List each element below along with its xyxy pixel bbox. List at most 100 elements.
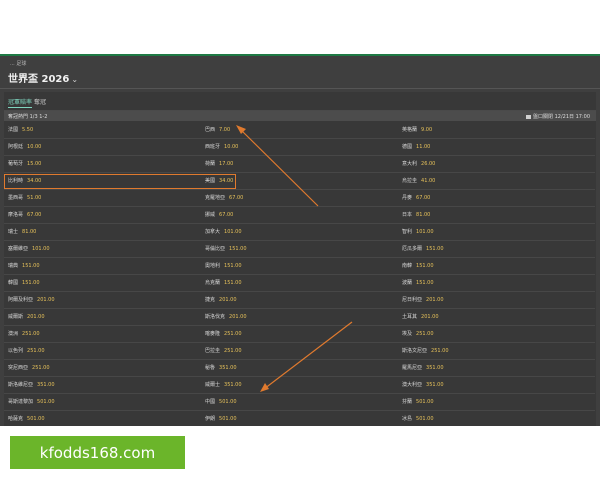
odds-value[interactable]: 34.00: [27, 178, 41, 184]
odds-value[interactable]: 351.00: [224, 382, 242, 388]
odds-cell[interactable]: 阿爾及利亞 201.00: [4, 292, 201, 309]
odds-cell[interactable]: 羅馬尼亞 351.00: [398, 360, 595, 377]
odds-cell[interactable]: 智利 101.00: [398, 224, 595, 241]
odds-value[interactable]: 151.00: [22, 263, 40, 269]
odds-value[interactable]: 151.00: [426, 246, 444, 252]
odds-cell[interactable]: 以色列 251.00: [4, 343, 201, 360]
odds-value[interactable]: 201.00: [426, 297, 444, 303]
odds-cell[interactable]: 斯洛文尼亞 251.00: [398, 343, 595, 360]
odds-cell[interactable]: 威爾斯 201.00: [4, 309, 201, 326]
odds-cell[interactable]: 烏拉圭 41.00: [398, 173, 595, 190]
odds-cell[interactable]: 摩洛哥 67.00: [4, 207, 201, 224]
odds-cell[interactable]: 阿根廷 10.00: [4, 139, 201, 156]
odds-value[interactable]: 67.00: [27, 212, 41, 218]
site-watermark[interactable]: kfodds168.com: [10, 436, 185, 469]
odds-value[interactable]: 151.00: [22, 280, 40, 286]
odds-cell[interactable]: 丹麥 67.00: [398, 190, 595, 207]
odds-value[interactable]: 41.00: [421, 178, 435, 184]
odds-cell[interactable]: 尼日利亞 201.00: [398, 292, 595, 309]
odds-cell[interactable]: 塞爾維亞 101.00: [4, 241, 201, 258]
odds-cell[interactable]: 韓國 151.00: [4, 275, 201, 292]
odds-value[interactable]: 10.00: [224, 144, 238, 150]
odds-value[interactable]: 351.00: [426, 365, 444, 371]
odds-value[interactable]: 201.00: [37, 297, 55, 303]
odds-cell[interactable]: 哥倫比亞 151.00: [201, 241, 398, 258]
odds-cell[interactable]: 秘魯 351.00: [201, 360, 398, 377]
odds-value[interactable]: 351.00: [219, 365, 237, 371]
odds-cell[interactable]: 烏克蘭 151.00: [201, 275, 398, 292]
odds-cell[interactable]: 哥斯達黎加 501.00: [4, 394, 201, 411]
chevron-down-icon[interactable]: ⌄: [71, 75, 78, 84]
odds-value[interactable]: 251.00: [224, 348, 242, 354]
odds-cell[interactable]: 突尼西亞 251.00: [4, 360, 201, 377]
odds-cell[interactable]: 瑞士 81.00: [4, 224, 201, 241]
odds-value[interactable]: 501.00: [416, 416, 434, 422]
odds-value[interactable]: 5.50: [22, 127, 33, 133]
odds-value[interactable]: 81.00: [416, 212, 430, 218]
breadcrumb[interactable]: ... 足球: [10, 60, 26, 67]
odds-value[interactable]: 151.00: [416, 263, 434, 269]
odds-cell[interactable]: 伊朗 501.00: [201, 411, 398, 426]
odds-value[interactable]: 251.00: [224, 331, 242, 337]
odds-value[interactable]: 10.00: [27, 144, 41, 150]
odds-cell[interactable]: 瑞典 151.00: [4, 258, 201, 275]
odds-value[interactable]: 201.00: [229, 314, 247, 320]
odds-cell[interactable]: 法國 5.50: [4, 122, 201, 139]
odds-value[interactable]: 9.00: [421, 127, 432, 133]
odds-cell[interactable]: 澳大利亞 351.00: [398, 377, 595, 394]
odds-cell[interactable]: 荷蘭 17.00: [201, 156, 398, 173]
odds-cell[interactable]: 斯洛維尼亞 351.00: [4, 377, 201, 394]
odds-value[interactable]: 101.00: [224, 229, 242, 235]
odds-value[interactable]: 151.00: [229, 246, 247, 252]
odds-cell[interactable]: 澳洲 251.00: [4, 326, 201, 343]
odds-cell[interactable]: 葡萄牙 15.00: [4, 156, 201, 173]
odds-cell[interactable]: 西班牙 10.00: [201, 139, 398, 156]
odds-cell[interactable]: 墨西哥 51.00: [4, 190, 201, 207]
odds-cell[interactable]: 埃及 251.00: [398, 326, 595, 343]
odds-value[interactable]: 15.00: [27, 161, 41, 167]
odds-cell[interactable]: 日本 81.00: [398, 207, 595, 224]
odds-value[interactable]: 201.00: [27, 314, 45, 320]
odds-cell[interactable]: 德國 11.00: [398, 139, 595, 156]
odds-cell[interactable]: 厄瓜多爾 151.00: [398, 241, 595, 258]
odds-value[interactable]: 151.00: [224, 263, 242, 269]
odds-value[interactable]: 351.00: [426, 382, 444, 388]
odds-value[interactable]: 251.00: [416, 331, 434, 337]
odds-cell[interactable]: 英格蘭 9.00: [398, 122, 595, 139]
odds-value[interactable]: 501.00: [37, 399, 55, 405]
odds-cell[interactable]: 意大利 26.00: [398, 156, 595, 173]
odds-cell[interactable]: 芬蘭 501.00: [398, 394, 595, 411]
odds-value[interactable]: 51.00: [27, 195, 41, 201]
odds-value[interactable]: 7.00: [219, 127, 230, 133]
page-title[interactable]: 世界盃 2026 ⌄: [8, 70, 78, 85]
odds-value[interactable]: 11.00: [416, 144, 430, 150]
odds-cell[interactable]: 加拿大 101.00: [201, 224, 398, 241]
odds-value[interactable]: 351.00: [37, 382, 55, 388]
odds-value[interactable]: 67.00: [219, 212, 233, 218]
odds-cell[interactable]: 哈薩克 501.00: [4, 411, 201, 426]
tab-winner[interactable]: 奪冠: [34, 97, 46, 106]
odds-value[interactable]: 201.00: [219, 297, 237, 303]
odds-cell[interactable]: 中國 501.00: [201, 394, 398, 411]
odds-value[interactable]: 251.00: [32, 365, 50, 371]
odds-value[interactable]: 17.00: [219, 161, 233, 167]
odds-cell[interactable]: 巴拉圭 251.00: [201, 343, 398, 360]
odds-cell[interactable]: 波蘭 151.00: [398, 275, 595, 292]
odds-value[interactable]: 26.00: [421, 161, 435, 167]
odds-value[interactable]: 251.00: [27, 348, 45, 354]
odds-value[interactable]: 67.00: [229, 195, 243, 201]
odds-value[interactable]: 67.00: [416, 195, 430, 201]
odds-value[interactable]: 101.00: [32, 246, 50, 252]
odds-value[interactable]: 501.00: [219, 416, 237, 422]
odds-cell[interactable]: 比利時 34.00: [4, 173, 201, 190]
odds-value[interactable]: 501.00: [27, 416, 45, 422]
odds-value[interactable]: 251.00: [431, 348, 449, 354]
odds-cell[interactable]: 威爾士 351.00: [201, 377, 398, 394]
odds-value[interactable]: 501.00: [219, 399, 237, 405]
odds-cell[interactable]: 美國 34.00: [201, 173, 398, 190]
odds-value[interactable]: 251.00: [22, 331, 40, 337]
odds-cell[interactable]: 喀麥隆 251.00: [201, 326, 398, 343]
odds-value[interactable]: 151.00: [224, 280, 242, 286]
tab-outright[interactable]: 冠軍賠率: [8, 97, 33, 108]
odds-value[interactable]: 34.00: [219, 178, 233, 184]
